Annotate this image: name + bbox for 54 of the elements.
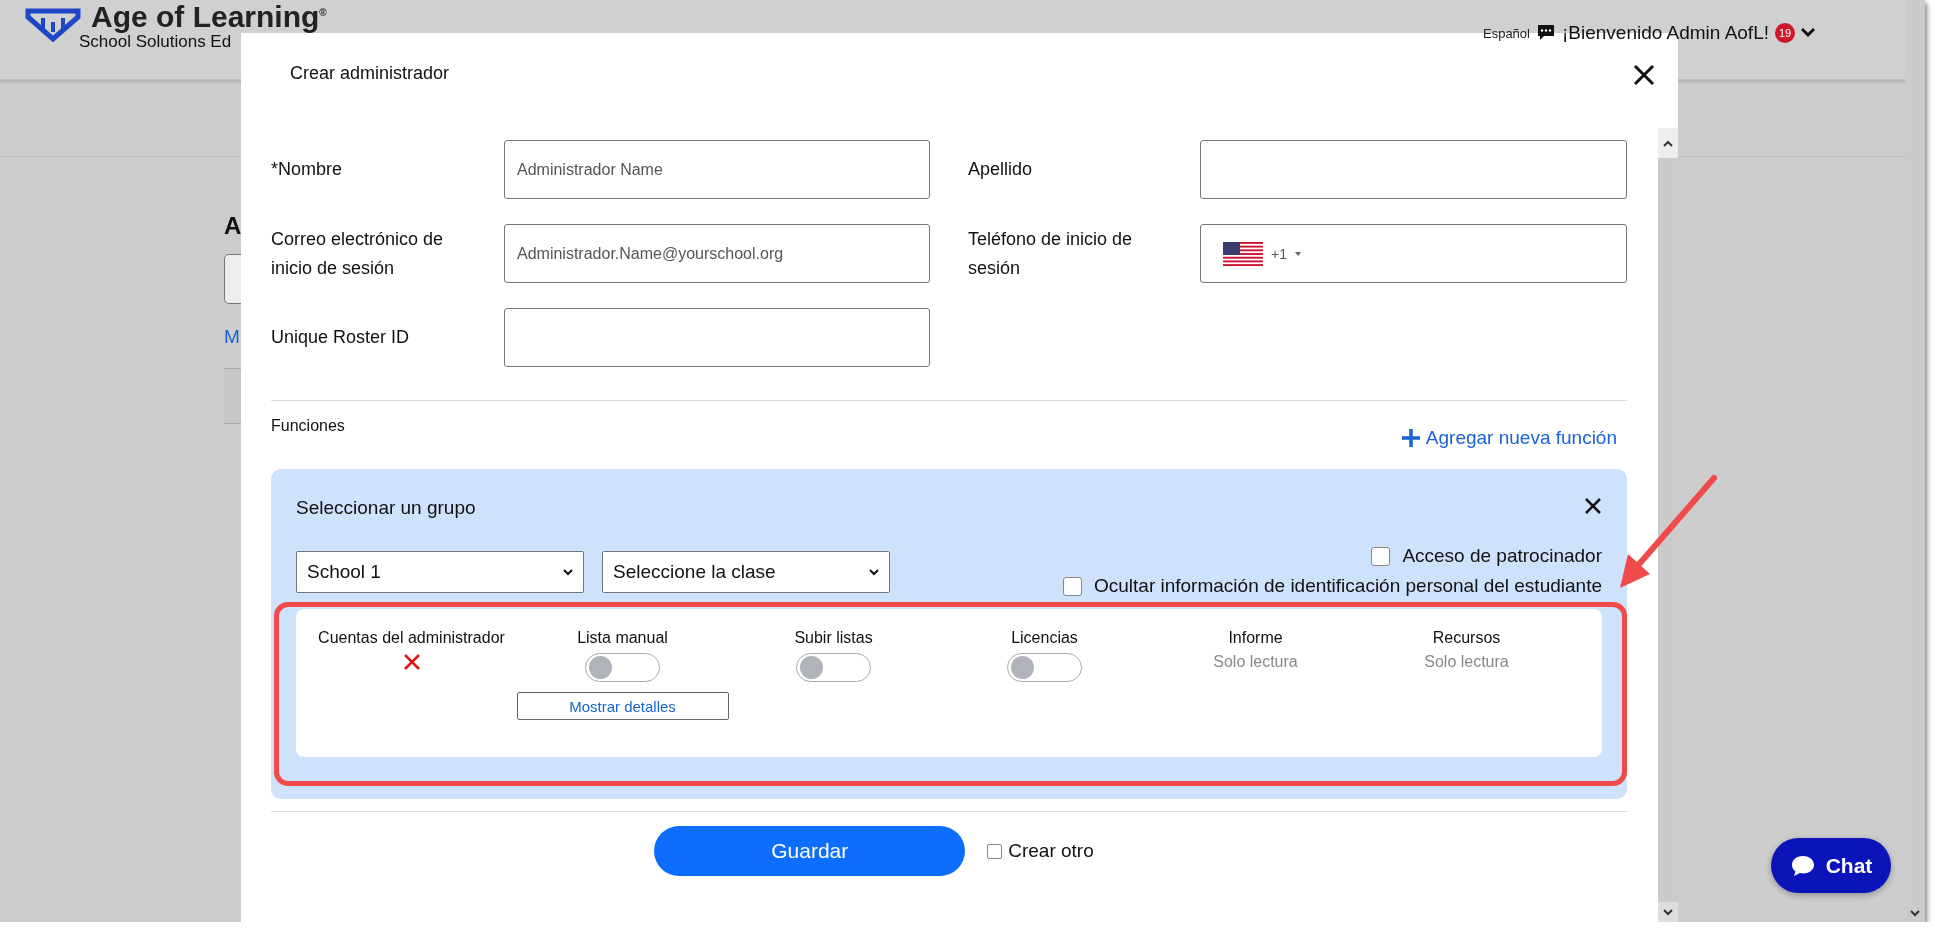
scrollbar[interactable]	[1658, 128, 1678, 922]
chevron-up-icon[interactable]	[1663, 139, 1673, 147]
field-label: Teléfono de inicio de sesión	[968, 227, 1134, 280]
create-another-checkbox[interactable]: Crear otro	[987, 840, 1094, 862]
permission-label: Subir listas	[794, 629, 873, 647]
book-logo-icon	[25, 8, 81, 42]
chat-button[interactable]: Chat	[1771, 838, 1891, 893]
permission-label: Cuentas del administrador	[318, 629, 505, 647]
chevron-down-icon	[563, 568, 573, 576]
details-button[interactable]: Mostrar detalles	[516, 692, 729, 720]
text-field[interactable]: Administrador.Name@yourschool.org	[504, 224, 930, 283]
text-field[interactable]	[1200, 140, 1627, 199]
welcome-text: ¡Bienvenido Admin AofL!	[1561, 22, 1769, 44]
permission-label: Lista manual	[577, 629, 668, 647]
field-label: Correo electrónico de inicio de sesión	[271, 227, 445, 280]
phone-field[interactable]: +1	[1200, 224, 1627, 283]
permission-label: Recursos	[1432, 629, 1501, 647]
access-note: Solo lectura	[1424, 653, 1509, 671]
cross-icon	[402, 653, 421, 671]
chevron-down-icon[interactable]	[1801, 28, 1815, 38]
option-checkbox[interactable]: Ocultar información de identificación personal del estudiante	[1062, 575, 1602, 597]
text-field[interactable]: Administrador Name	[504, 140, 930, 199]
plus-icon	[1401, 429, 1420, 447]
close-button[interactable]	[1584, 497, 1602, 515]
toggle-switch[interactable]	[796, 653, 871, 682]
field-label: Apellido	[968, 158, 1034, 181]
brand-name: Age of Learning$^{®}$	[91, 0, 327, 34]
section-label: Funciones	[271, 417, 345, 435]
permission-label: Licencias	[1011, 629, 1078, 647]
save-button[interactable]: Guardar	[654, 826, 966, 876]
toggle-switch[interactable]	[585, 653, 660, 682]
add-function-link[interactable]: Agregar nueva función	[1401, 427, 1617, 449]
caret-icon	[1294, 251, 1301, 256]
page-heading: A	[224, 212, 242, 240]
toggle-switch[interactable]	[1007, 653, 1082, 682]
access-note: Solo lectura	[1213, 653, 1298, 671]
chevron-down-icon	[869, 568, 879, 576]
language-link[interactable]: Español	[1483, 25, 1530, 41]
text-field[interactable]	[504, 308, 930, 367]
close-button[interactable]	[1632, 63, 1656, 87]
country-code[interactable]: +1	[1271, 245, 1287, 262]
speech-bubble-icon	[1789, 853, 1816, 878]
school-select[interactable]: School 1	[296, 551, 584, 593]
panel-title: Seleccionar un grupo	[296, 497, 476, 519]
flag-icon	[1223, 241, 1263, 266]
field-label: *Nombre	[271, 158, 344, 181]
chevron-down-icon[interactable]	[1663, 908, 1673, 916]
brand-subtitle: School Solutions Ed	[79, 32, 232, 52]
permission-label: Informe	[1228, 629, 1283, 647]
modal-title: Crear administrador	[290, 63, 450, 84]
field-label: Unique Roster ID	[271, 326, 411, 349]
option-checkbox[interactable]: Acceso de patrocinador	[1371, 545, 1602, 567]
class-select[interactable]: Seleccione la clase	[602, 551, 890, 593]
page-scrollbar[interactable]	[1905, 0, 1925, 922]
